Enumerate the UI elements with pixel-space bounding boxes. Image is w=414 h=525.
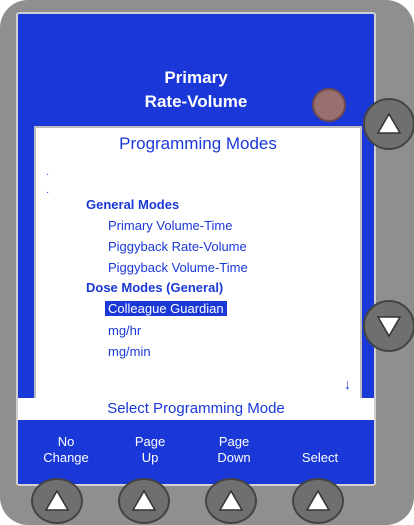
softkey-label-no-change: No Change (43, 434, 89, 465)
softkey-label-page-down: Page Down (217, 434, 251, 465)
triangle-up-icon (44, 489, 70, 511)
mode-piggyback-volume-time[interactable]: Piggyback Volume-Time (108, 260, 248, 275)
triangle-up-icon (305, 489, 331, 511)
scroll-up-button[interactable] (363, 98, 414, 150)
mode-primary-volume-time[interactable]: Primary Volume-Time (108, 218, 232, 233)
scroll-down-button[interactable] (363, 300, 414, 352)
channel-name: Primary (164, 68, 228, 87)
softkey-label-select: Select (301, 450, 339, 465)
section-dose-modes: Dose Modes (General) (86, 280, 224, 295)
scroll-tick: · (46, 187, 50, 198)
prompt-bar: Select Programming Mode (18, 398, 374, 420)
section-general-modes: General Modes (86, 197, 180, 212)
triangle-down-icon (376, 316, 402, 338)
select-button[interactable] (292, 478, 344, 524)
triangle-up-icon (218, 489, 244, 511)
status-light-icon (312, 88, 346, 122)
display-screen: Primary Rate-Volume Programming Modes · … (16, 12, 376, 486)
triangle-up-icon (376, 112, 402, 134)
programming-modes-panel: Programming Modes · · General Modes Prim… (34, 126, 362, 410)
page-up-button[interactable] (118, 478, 170, 524)
scroll-tick: · (46, 169, 50, 180)
page-down-button[interactable] (205, 478, 257, 524)
mode-mg-hr[interactable]: mg/hr (108, 323, 141, 338)
pump-device: Primary Rate-Volume Programming Modes · … (0, 0, 414, 525)
more-below-arrow-icon: ↓ (344, 376, 351, 392)
no-change-button[interactable] (31, 478, 83, 524)
mode-mg-min[interactable]: mg/min (108, 344, 151, 359)
mode-colleague-guardian[interactable]: Colleague Guardian (105, 301, 227, 316)
panel-title: Programming Modes (119, 134, 277, 153)
softkey-label-page-up: Page Up (134, 434, 166, 465)
triangle-up-icon (131, 489, 157, 511)
mode-piggyback-rate-volume[interactable]: Piggyback Rate-Volume (108, 239, 247, 254)
